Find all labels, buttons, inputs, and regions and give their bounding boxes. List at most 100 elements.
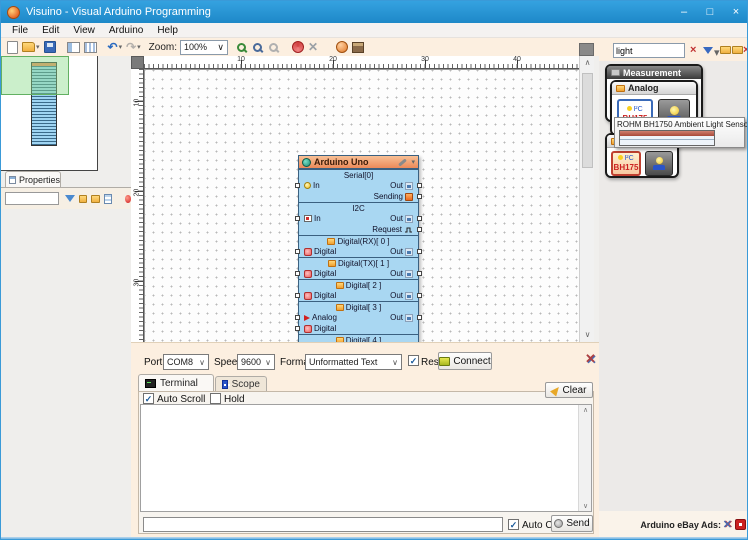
category-label: Measurement [623,68,681,78]
delete-button[interactable]: ✕ [308,40,318,55]
visuino-window: Visuino - Visual Arduino Programming – □… [0,0,748,540]
pin-label: In [314,214,321,223]
pin-connector[interactable] [295,326,300,331]
undo-button[interactable]: ↶▾ [108,40,123,55]
pin-connector[interactable] [417,227,422,232]
scrollbar-thumb[interactable] [582,73,593,168]
port-select[interactable]: COM8∨ [163,354,209,370]
tab-scope[interactable]: Scope [215,376,267,391]
scroll-down-icon[interactable]: ∨ [580,328,595,342]
auto-clear-checkbox[interactable]: ✓ [508,519,519,530]
hold-checkbox[interactable] [210,393,221,404]
new-category-icon[interactable] [720,46,731,54]
compile-upload-button[interactable] [292,40,304,55]
arduino-uno-component[interactable]: Arduino Uno ▾ Serial[0] In Out Sending [298,155,419,342]
pin-connector[interactable] [417,183,422,188]
light-sensor-component-item[interactable] [645,151,673,176]
clear-button[interactable]: Clear [545,382,593,398]
section-i2c: I2C In Out Request [299,202,418,235]
pin-label: Digital [314,247,336,256]
pin-label: Digital [314,324,336,333]
menu-arduino[interactable]: Arduino [102,25,150,36]
zoom-in-icon [237,43,246,52]
category-header[interactable]: Measurement [607,66,701,79]
menu-file[interactable]: File [5,25,35,36]
package-manager-button[interactable] [352,40,364,55]
send-icon [554,519,563,528]
expand-all-icon[interactable] [732,46,743,54]
pin-connector[interactable] [417,249,422,254]
pin-label: Request [372,225,402,234]
design-canvas[interactable]: Arduino Uno ▾ Serial[0] In Out Sending [144,69,579,342]
scroll-up-icon[interactable]: ∧ [579,406,592,414]
hide-ads-icon[interactable]: ✕ [723,518,732,531]
minimize-button[interactable]: – [671,1,697,23]
out-pin-icon [405,292,413,300]
pin-connector[interactable] [295,271,300,276]
section-label: Digital[ 3 ] [299,302,418,312]
send-button[interactable]: Send [551,515,593,532]
arrange-grid-icon[interactable] [104,194,112,204]
pin-connector[interactable] [417,293,422,298]
chevron-down-icon[interactable]: ▾ [411,158,415,166]
pin-connector[interactable] [295,249,300,254]
close-panel-icon[interactable]: × [743,44,748,56]
close-terminal-icon[interactable]: ✕ [585,351,596,367]
pin-connector[interactable] [417,216,422,221]
filter-icon[interactable] [703,47,713,54]
toggle-grid-button[interactable] [84,40,97,55]
canvas-vertical-scrollbar[interactable]: ∧ ∨ [579,56,594,342]
clear-search-icon[interactable]: × [690,44,696,56]
close-button[interactable]: × [723,1,748,23]
pin-connector[interactable] [295,293,300,298]
zoom-in-button[interactable] [237,40,249,55]
scroll-up-icon[interactable]: ∧ [580,56,595,70]
out-pin-icon [405,314,413,322]
stop-ads-icon[interactable] [735,519,746,530]
terminal-scrollbar[interactable]: ∧ ∨ [578,405,591,511]
zoom-level-select[interactable]: 100%∨ [180,40,228,55]
minimap-viewport[interactable] [1,56,69,95]
pin-connector[interactable] [295,183,300,188]
auto-scroll-checkbox[interactable]: ✓ [143,393,154,404]
bh1750-component-item[interactable]: I²C BH175 [611,151,641,176]
filter-funnel-icon[interactable] [65,195,75,202]
wrench-icon[interactable] [399,158,408,166]
scroll-down-icon[interactable]: ∨ [579,502,592,510]
pin-connector[interactable] [295,315,300,320]
component-search-input[interactable] [613,43,685,58]
component-header[interactable]: Arduino Uno ▾ [299,156,418,169]
connect-button[interactable]: Connect [438,352,492,370]
save-project-button[interactable] [44,40,56,55]
collapse-categories-icon[interactable] [91,195,99,203]
minimap[interactable] [1,56,98,171]
subcategory-header[interactable]: Analog [612,82,696,95]
expand-categories-icon[interactable] [79,195,87,203]
toggle-panels-button[interactable] [67,40,80,55]
menu-help[interactable]: Help [150,25,185,36]
tab-properties[interactable]: Properties [5,171,61,187]
tab-terminal[interactable]: Terminal [138,374,214,391]
properties-filter-input[interactable] [5,192,59,205]
chevron-down-icon[interactable]: ▾ [714,47,720,59]
pin-connector[interactable] [417,315,422,320]
speed-select[interactable]: 9600∨ [237,354,275,370]
pin-connector[interactable] [295,216,300,221]
sun-icon [627,106,632,111]
zoom-reset-button[interactable] [253,40,265,55]
format-select[interactable]: Unformatted Text∨ [305,354,402,370]
menu-edit[interactable]: Edit [35,25,66,36]
terminal-output[interactable]: ∧ ∨ [140,404,592,512]
new-project-button[interactable] [7,40,18,55]
pin-connector[interactable] [417,271,422,276]
redo-button[interactable]: ↷▾ [126,40,141,55]
menu-view[interactable]: View [66,25,102,36]
web-link-button[interactable] [336,40,348,55]
pin-connector[interactable] [417,194,422,199]
open-project-button[interactable]: ▾ [22,40,40,55]
send-message-input[interactable] [143,517,503,532]
maximize-button[interactable]: □ [697,1,723,23]
reset-checkbox[interactable]: ✓ [408,355,419,366]
zoom-out-button[interactable] [269,40,281,55]
chevron-down-icon: ▾ [119,43,123,51]
